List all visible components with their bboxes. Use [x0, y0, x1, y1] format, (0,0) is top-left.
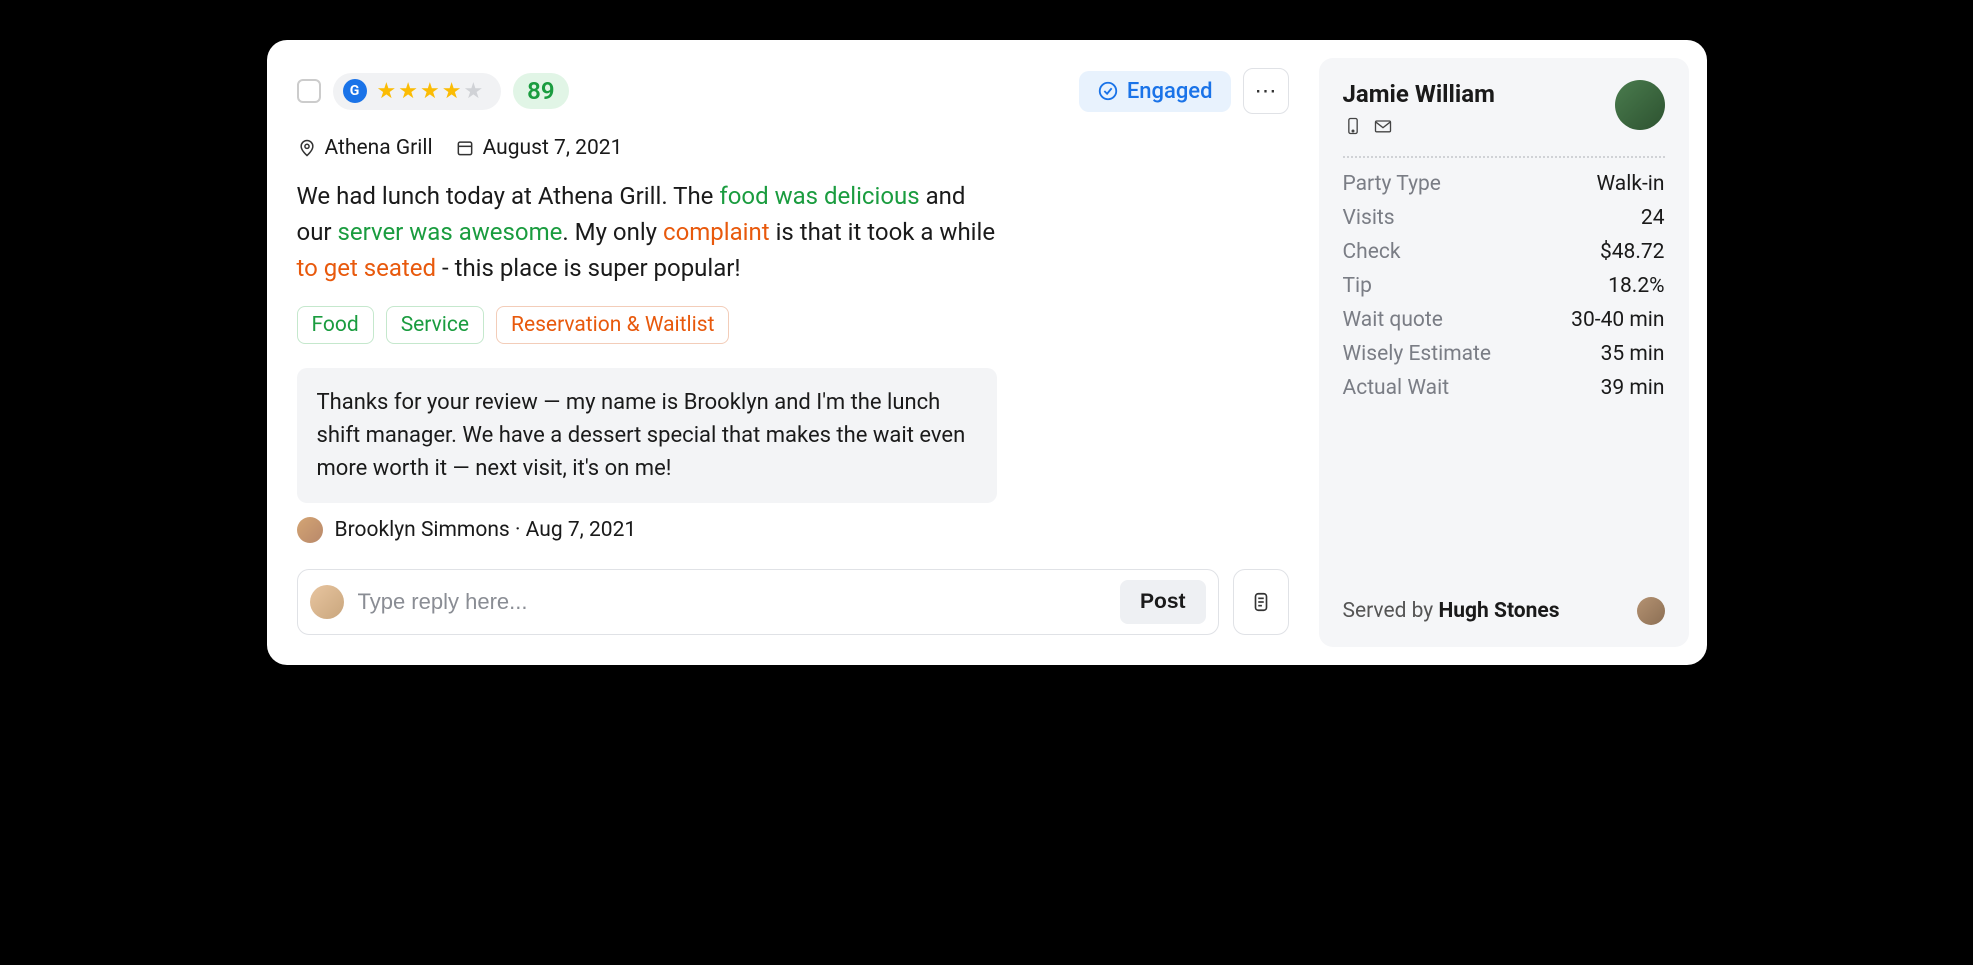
- more-icon: ⋯: [1255, 78, 1277, 104]
- select-checkbox[interactable]: [297, 79, 321, 103]
- highlight-negative: complaint: [663, 218, 770, 246]
- contact-icons: [1343, 116, 1495, 136]
- phone-icon[interactable]: [1343, 116, 1363, 136]
- date-meta: August 7, 2021: [455, 136, 623, 160]
- status-badge[interactable]: Engaged: [1079, 71, 1231, 112]
- highlight-positive: food was delicious: [719, 182, 919, 210]
- star-icon: ★: [442, 79, 462, 104]
- sidebar-footer: Served by Hugh Stones: [1343, 437, 1665, 625]
- star-rating: ★ ★ ★ ★ ★: [377, 79, 484, 104]
- server-name: Hugh Stones: [1438, 599, 1559, 623]
- star-icon: ★: [377, 79, 397, 104]
- star-empty-icon: ★: [463, 79, 483, 104]
- info-row-wait-quote: Wait quote 30-40 min: [1343, 308, 1665, 332]
- location-value: Athena Grill: [325, 136, 433, 160]
- server-avatar: [1637, 597, 1665, 625]
- date-value: August 7, 2021: [483, 136, 623, 160]
- document-icon: [1250, 589, 1272, 615]
- served-by: Served by Hugh Stones: [1343, 599, 1560, 623]
- highlight-negative: to get seated: [297, 254, 437, 282]
- template-button[interactable]: [1233, 569, 1289, 635]
- guest-name: Jamie William: [1343, 80, 1495, 108]
- calendar-icon: [455, 138, 475, 158]
- info-row-actual-wait: Actual Wait 39 min: [1343, 376, 1665, 400]
- tag-reservation[interactable]: Reservation & Waitlist: [496, 306, 729, 344]
- review-main: G ★ ★ ★ ★ ★ 89 Engaged ⋯: [267, 40, 1319, 665]
- location-meta: Athena Grill: [297, 136, 433, 160]
- guest-header: Jamie William: [1343, 80, 1665, 136]
- compose-row: Post: [297, 569, 1289, 635]
- tags-row: Food Service Reservation & Waitlist: [297, 306, 1289, 344]
- guest-sidebar: Jamie William Party Type Walk-in Visits …: [1319, 58, 1689, 647]
- reply-meta: Brooklyn Simmons · Aug 7, 2021: [297, 517, 1289, 543]
- reply-text: Thanks for your review — my name is Broo…: [317, 390, 966, 481]
- sentiment-score: 89: [513, 73, 568, 109]
- staff-reply: Thanks for your review — my name is Broo…: [297, 368, 997, 503]
- info-row-party-type: Party Type Walk-in: [1343, 172, 1665, 196]
- review-card: G ★ ★ ★ ★ ★ 89 Engaged ⋯: [267, 40, 1707, 665]
- guest-avatar: [1615, 80, 1665, 130]
- star-icon: ★: [398, 79, 418, 104]
- info-row-visits: Visits 24: [1343, 206, 1665, 230]
- email-icon[interactable]: [1373, 116, 1393, 136]
- info-row-wisely-estimate: Wisely Estimate 35 min: [1343, 342, 1665, 366]
- highlight-positive: server was awesome: [338, 218, 563, 246]
- check-circle-icon: [1097, 80, 1119, 102]
- guest-info-table: Party Type Walk-in Visits 24 Check $48.7…: [1343, 172, 1665, 400]
- info-row-check: Check $48.72: [1343, 240, 1665, 264]
- info-row-tip: Tip 18.2%: [1343, 274, 1665, 298]
- divider: [1343, 156, 1665, 158]
- current-user-avatar: [310, 585, 344, 619]
- source-google-icon: G: [343, 79, 367, 103]
- meta-row: Athena Grill August 7, 2021: [297, 136, 1289, 160]
- reply-date: Aug 7, 2021: [526, 518, 637, 542]
- star-icon: ★: [420, 79, 440, 104]
- status-label: Engaged: [1127, 79, 1213, 104]
- reply-author-avatar: [297, 517, 323, 543]
- reply-author: Brooklyn Simmons: [335, 518, 510, 542]
- tag-service[interactable]: Service: [386, 306, 484, 344]
- tag-food[interactable]: Food: [297, 306, 374, 344]
- location-icon: [297, 138, 317, 158]
- review-body: We had lunch today at Athena Grill. The …: [297, 178, 997, 286]
- post-button[interactable]: Post: [1120, 580, 1206, 624]
- more-button[interactable]: ⋯: [1243, 68, 1289, 114]
- header-row: G ★ ★ ★ ★ ★ 89 Engaged ⋯: [297, 68, 1289, 114]
- compose-box: Post: [297, 569, 1219, 635]
- reply-input[interactable]: [358, 589, 1106, 615]
- rating-pill: G ★ ★ ★ ★ ★: [333, 73, 502, 110]
